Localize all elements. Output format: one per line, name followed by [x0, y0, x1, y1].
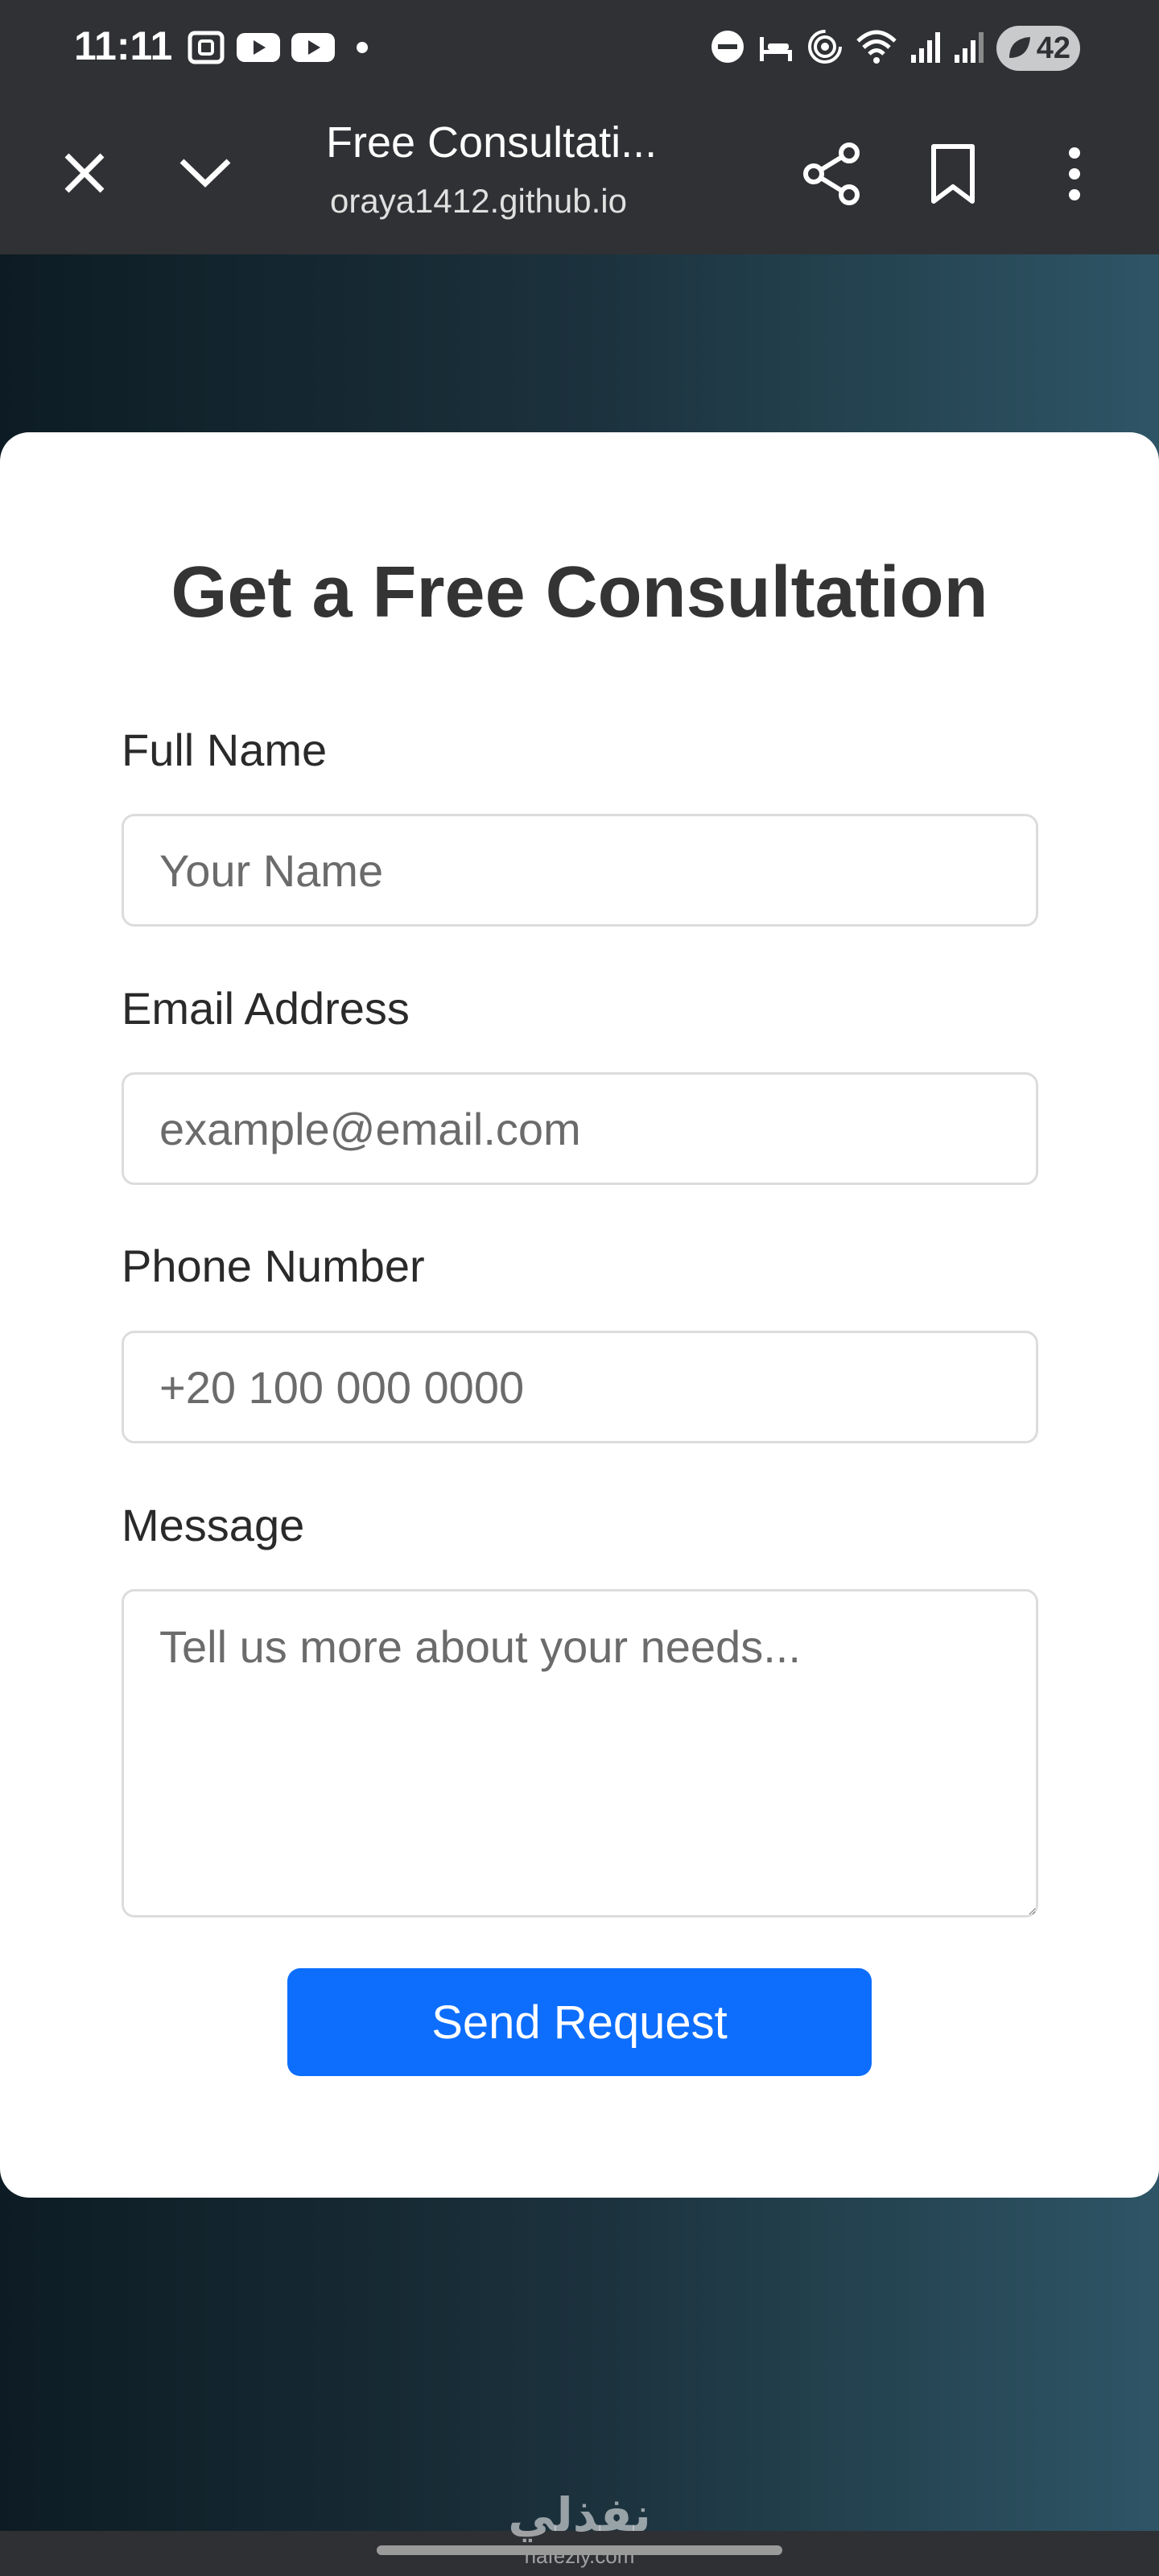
wifi-icon: [855, 28, 898, 69]
status-icons-right: 42: [710, 26, 1080, 71]
notification-dot-icon: [346, 31, 378, 68]
leaf-icon: [1004, 34, 1033, 71]
signal-icon: [909, 29, 942, 68]
status-icons-left: [187, 29, 378, 69]
share-icon: [802, 142, 862, 210]
bookmark-icon: [929, 143, 977, 208]
share-button[interactable]: [798, 135, 866, 216]
page-url[interactable]: oraya1412.github.io: [330, 182, 668, 221]
close-button[interactable]: [50, 140, 119, 209]
do-not-disturb-icon: [710, 29, 745, 68]
form-title: Get a Free Consultation: [171, 552, 988, 633]
email-input[interactable]: [122, 1072, 1038, 1185]
hotspot-icon: [806, 28, 843, 69]
close-icon: [60, 149, 109, 201]
full-name-input[interactable]: [122, 814, 1038, 927]
battery-level: 42: [1036, 31, 1070, 65]
phone-label: Phone Number: [122, 1241, 425, 1291]
chevron-down-icon: [177, 153, 233, 197]
battery-icon: 42: [996, 26, 1080, 71]
collapse-button[interactable]: [169, 140, 241, 209]
youtube-icon: [291, 31, 335, 68]
browser-toolbar: Free Consultati... oraya1412.github.io: [0, 98, 1159, 254]
home-gesture-handle[interactable]: [377, 2545, 782, 2555]
message-textarea[interactable]: [122, 1589, 1038, 1918]
status-bar: 11:11 42: [0, 0, 1159, 98]
bedtime-icon: [757, 29, 795, 68]
email-label: Email Address: [122, 983, 410, 1034]
more-vert-icon: [1065, 145, 1084, 207]
phone-input[interactable]: [122, 1331, 1038, 1443]
status-time: 11:11: [74, 23, 173, 68]
youtube-icon: [237, 31, 280, 68]
bookmark-button[interactable]: [921, 135, 985, 216]
message-label: Message: [122, 1500, 305, 1550]
more-options-button[interactable]: [1043, 135, 1106, 216]
screenshot-icon: [187, 30, 225, 69]
send-request-button[interactable]: Send Request: [287, 1968, 872, 2076]
consultation-form-card: Get a Free Consultation Full Name Email …: [0, 432, 1159, 2198]
signal-icon: [953, 29, 985, 68]
watermark-logo: نفذلي: [508, 2487, 651, 2542]
full-name-label: Full Name: [122, 724, 328, 775]
page-tab-title: Free Consultati...: [326, 118, 658, 167]
